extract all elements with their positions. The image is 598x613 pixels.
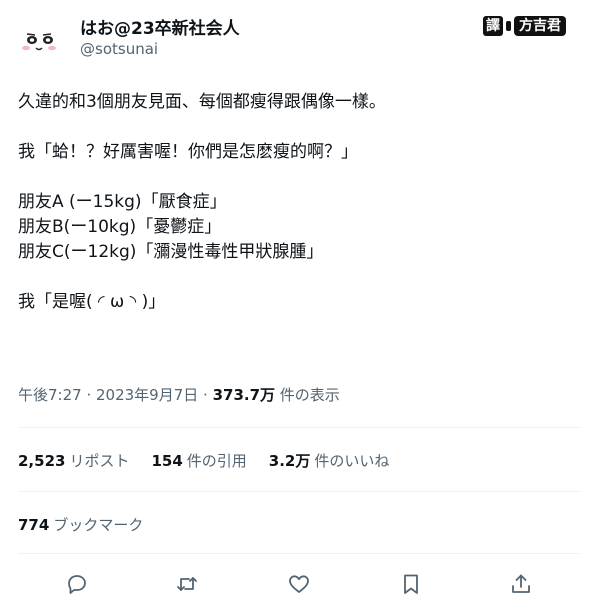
likes-label: 件のいいね: [314, 452, 390, 470]
bookmark-icon: [404, 574, 418, 594]
bookmarks-label: ブックマーク: [53, 516, 144, 534]
watermark-dot: [506, 21, 511, 31]
bookmarks-count: 774: [18, 516, 50, 534]
meta-separator: ·: [81, 386, 96, 404]
meta-separator: ·: [198, 386, 213, 404]
tweet-line: 我「蛤！？好厲害喔！你們是怎麽瘦的啊？」: [18, 142, 358, 162]
views-label: 件の表示: [275, 386, 340, 404]
tweet-line: 朋友B(ー10kg)「憂鬱症」: [18, 217, 222, 237]
engagement-stats: 2,523 リポスト 154 件の引用 3.2万 件のいいね: [18, 450, 389, 471]
quotes-label: 件の引用: [186, 452, 247, 470]
avatar-face-icon: [14, 19, 64, 69]
divider: [18, 553, 580, 554]
tweet-line: 朋友C(ー12kg)「瀰漫性毒性甲狀腺腫」: [18, 242, 324, 262]
tweet-line: 久違的和3個朋友見面、每個都瘦得跟偶像一樣。: [18, 92, 386, 112]
like-button[interactable]: [285, 570, 313, 598]
likes-count: 3.2万: [268, 452, 311, 470]
like-icon: [289, 575, 309, 593]
quotes-stat[interactable]: 154 件の引用: [151, 450, 246, 471]
tweet-meta: 午後7:27 · 2023年9月7日 · 373.7万 件の表示: [18, 384, 340, 405]
tweet-text: 久違的和3個朋友見面、每個都瘦得跟偶像一樣。 我「蛤！？好厲害喔！你們是怎麽瘦的…: [18, 90, 578, 315]
avatar[interactable]: [13, 18, 65, 70]
tweet-date[interactable]: 2023年9月7日: [96, 386, 198, 404]
reply-button[interactable]: [63, 570, 91, 598]
tweet-line: [18, 115, 578, 140]
retweet-button[interactable]: [173, 570, 201, 598]
share-icon: [512, 574, 530, 593]
bookmarks-stat[interactable]: 774 ブックマーク: [18, 514, 143, 535]
tweet-line: 我「是喔( ◜ ω ◝ )」: [18, 292, 166, 312]
author-display-name[interactable]: はお@23卒新社会人: [80, 14, 240, 39]
quotes-count: 154: [151, 452, 183, 470]
retweet-icon: [177, 577, 197, 591]
tweet-line: 朋友A (ー15kg)「厭食症」: [18, 192, 227, 212]
tweet-time[interactable]: 午後7:27: [18, 386, 82, 404]
reply-icon: [68, 575, 86, 594]
retweets-count: 2,523: [18, 452, 66, 470]
retweets-stat[interactable]: 2,523 リポスト: [18, 450, 129, 471]
action-bar: [0, 564, 598, 604]
likes-stat[interactable]: 3.2万 件のいいね: [269, 450, 390, 471]
share-button[interactable]: [507, 570, 535, 598]
tweet-header: はお@23卒新社会人 @sotsunai 譯 方吉君: [0, 0, 598, 72]
tweet-line: [18, 265, 578, 290]
watermark-tag: 譯: [483, 16, 503, 36]
tweet-line: [18, 165, 578, 190]
author-handle[interactable]: @sotsunai: [80, 40, 158, 58]
divider: [18, 427, 580, 428]
watermark-name: 方吉君: [514, 16, 566, 36]
retweets-label: リポスト: [69, 452, 130, 470]
divider: [18, 491, 580, 492]
bookmark-button[interactable]: [397, 570, 425, 598]
translator-watermark: 譯 方吉君: [483, 16, 566, 36]
views-count: 373.7万: [212, 386, 276, 404]
